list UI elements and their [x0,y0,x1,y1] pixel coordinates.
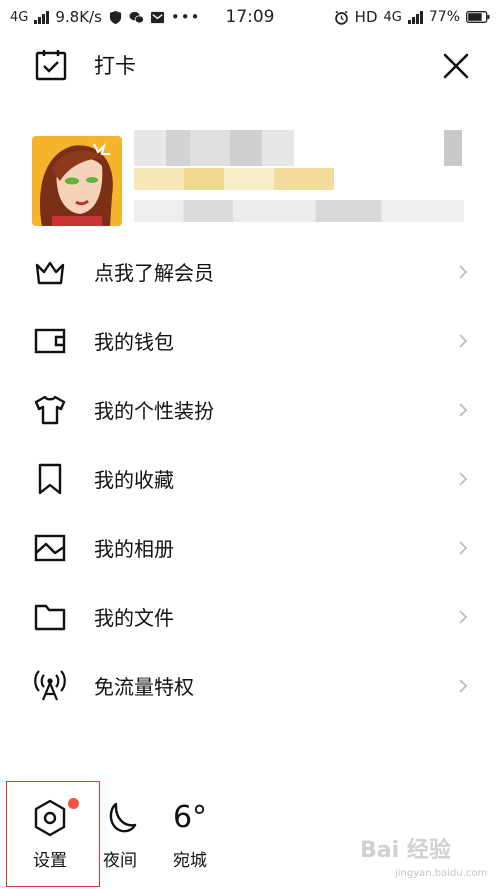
drawer-header: 打卡 [0,40,500,92]
menu-item-favorites[interactable]: 我的收藏 [0,444,500,513]
menu-item-label: 我的收藏 [94,468,174,492]
calendar-check-icon [35,50,67,81]
moon-icon [109,802,137,833]
chevron-right-icon [459,333,468,348]
night-mode-button[interactable]: 夜间 [100,798,140,871]
battery-icon [466,11,490,23]
tshirt-icon [34,395,66,424]
network-speed: 9.8K/s [55,8,102,26]
status-left: 4G 9.8K/s ••• [10,8,200,26]
network-label-right: 4G [383,9,402,25]
checkin-button[interactable]: 打卡 [34,48,136,82]
menu-item-album[interactable]: 我的相册 [0,513,500,582]
folder-icon [34,604,66,630]
redacted-username [134,130,294,166]
status-right: HD 4G 77% [334,8,490,26]
menu-item-free-data[interactable]: 免流量特权 [0,651,500,720]
chevron-right-icon [459,264,468,279]
menu-item-wallet[interactable]: 我的钱包 [0,306,500,375]
menu-item-label: 点我了解会员 [94,261,214,285]
status-bar: 4G 9.8K/s ••• 17:09 HD 4G 77% [0,0,500,34]
settings-hex-icon [34,799,66,837]
menu-item-label: 免流量特权 [94,675,194,699]
bookmark-icon [38,463,62,494]
photo-icon [34,534,66,561]
avatar-image [32,136,122,226]
wechat-icon [129,11,144,23]
menu-item-membership[interactable]: 点我了解会员 [0,237,500,306]
settings-label: 设置 [33,851,67,871]
menu-item-label: 我的相册 [94,537,174,561]
chevron-right-icon [459,540,468,555]
menu-item-label: 我的钱包 [94,330,174,354]
signal-icon-right [407,10,423,24]
menu-item-label: 我的个性装扮 [94,399,214,423]
more-dots-icon: ••• [170,8,201,26]
crown-icon [35,261,65,284]
menu-item-label: 我的文件 [94,606,174,630]
wallet-icon [34,328,66,353]
watermark-logo: Bai 经验 [360,838,451,863]
redacted-badge [444,130,462,166]
signal-icon [34,10,50,24]
checkin-label: 打卡 [94,54,136,78]
chevron-right-icon [459,402,468,417]
weather-widget[interactable]: 6° 宛城 [168,798,212,871]
close-icon[interactable] [440,50,472,82]
chevron-right-icon [459,609,468,624]
battery-percent: 77% [428,9,460,25]
menu-item-theme[interactable]: 我的个性装扮 [0,375,500,444]
signal-tower-icon [34,669,66,700]
settings-button[interactable]: 设置 [28,798,72,871]
shield-icon [109,10,122,24]
alarm-icon [334,10,348,25]
watermark-url: jingyan.baidu.com [395,868,488,879]
chevron-right-icon [459,678,468,693]
message-icon [150,11,164,23]
redacted-level [134,168,334,190]
weather-city: 宛城 [173,851,207,871]
menu-item-files[interactable]: 我的文件 [0,582,500,651]
notification-dot [68,798,79,809]
redacted-signature [134,200,464,222]
weather-temperature: 6° [172,800,208,835]
profile-card[interactable] [0,128,500,228]
network-label-left: 4G [10,9,29,25]
night-mode-label: 夜间 [103,851,137,871]
chevron-right-icon [459,471,468,486]
hd-label: HD [354,8,378,26]
avatar[interactable] [32,136,122,226]
